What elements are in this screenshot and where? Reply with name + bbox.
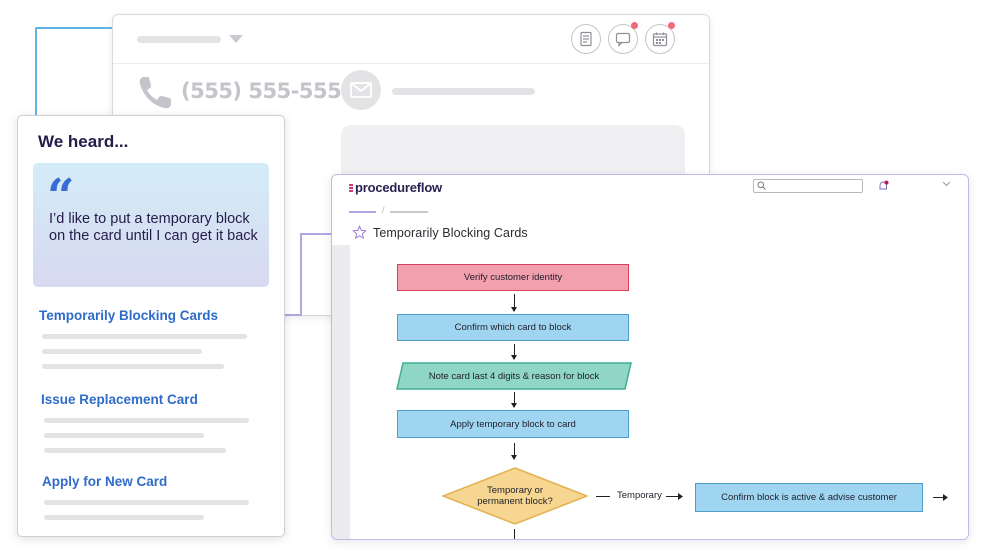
chevron-down-icon[interactable] xyxy=(228,34,244,44)
search-input[interactable] xyxy=(753,179,863,193)
link-description-placeholder xyxy=(44,515,204,520)
flow-step-apply-block[interactable]: Apply temporary block to card xyxy=(397,410,629,438)
breadcrumb-separator: / xyxy=(382,205,385,215)
chat-notification-dot xyxy=(631,22,638,29)
link-description-placeholder xyxy=(44,448,226,453)
flow-step-confirm-card[interactable]: Confirm which card to block xyxy=(397,314,629,341)
procedure-title: Temporarily Blocking Cards xyxy=(373,226,528,240)
flow-branch-label-temporary: Temporary xyxy=(617,490,662,501)
calendar-notification-dot xyxy=(668,22,675,29)
phone-icon xyxy=(139,77,171,109)
breadcrumb-item[interactable] xyxy=(390,211,428,213)
search-icon xyxy=(757,181,766,190)
connector-blue-top xyxy=(35,27,113,29)
flow-step-confirm-block-active[interactable]: Confirm block is active & advise custome… xyxy=(695,483,923,512)
breadcrumb-item[interactable] xyxy=(349,211,376,213)
logo-mark xyxy=(349,184,353,193)
link-description-placeholder xyxy=(42,334,247,339)
flow-branch-line xyxy=(596,496,610,497)
flow-canvas: Verify customer identity Confirm which c… xyxy=(332,245,968,539)
phone-number: (555) 555-5555 xyxy=(181,79,356,103)
logo-text: procedureflow xyxy=(355,180,442,195)
chat-icon[interactable] xyxy=(608,22,638,54)
customer-quote-box: “ I’d like to put a temporary block on t… xyxy=(33,163,269,287)
email-placeholder xyxy=(392,88,535,95)
flow-arrow xyxy=(511,294,517,312)
flow-arrow xyxy=(511,443,517,460)
link-description-placeholder xyxy=(44,500,249,505)
flow-step-verify-identity[interactable]: Verify customer identity xyxy=(397,264,629,291)
flow-arrowhead xyxy=(678,493,683,500)
connector-blue xyxy=(35,27,37,117)
flow-step-note-card[interactable]: Note card last 4 digits & reason for blo… xyxy=(396,362,632,390)
link-description-placeholder xyxy=(42,364,224,369)
procedureflow-window: procedureflow / Temporarily Blocking Car… xyxy=(331,174,969,540)
mail-icon[interactable] xyxy=(341,70,381,110)
link-description-placeholder xyxy=(44,433,204,438)
flow-continuation-line xyxy=(514,529,515,539)
notes-icon[interactable] xyxy=(571,24,601,54)
procedure-link-issue-replacement-card[interactable]: Issue Replacement Card xyxy=(41,392,198,407)
header-divider xyxy=(113,63,709,64)
procedure-link-apply-for-new-card[interactable]: Apply for New Card xyxy=(42,474,167,489)
we-heard-title: We heard... xyxy=(38,132,129,151)
procedureflow-logo: procedureflow xyxy=(349,180,442,195)
star-icon[interactable] xyxy=(352,225,367,240)
flow-area: Verify customer identity Confirm which c… xyxy=(350,245,968,539)
link-description-placeholder xyxy=(42,349,202,354)
flow-arrow xyxy=(511,392,517,408)
we-heard-panel: We heard... “ I’d like to put a temporar… xyxy=(17,115,285,537)
chevron-down-icon[interactable] xyxy=(942,181,951,187)
calendar-icon[interactable] xyxy=(645,22,675,54)
crm-title-placeholder xyxy=(137,36,221,43)
customer-quote-text: I’d like to put a temporary block on the… xyxy=(49,211,258,244)
flow-arrowhead xyxy=(943,494,948,501)
connector-purple-vertical xyxy=(300,233,302,316)
connector-purple-top xyxy=(300,233,334,235)
bell-icon[interactable] xyxy=(878,180,890,192)
flow-arrow xyxy=(511,344,517,360)
flow-decision-temporary-or-permanent[interactable]: Temporary or permanent block? xyxy=(473,477,557,515)
link-description-placeholder xyxy=(44,418,249,423)
procedure-link-temporarily-blocking-cards[interactable]: Temporarily Blocking Cards xyxy=(39,308,218,323)
